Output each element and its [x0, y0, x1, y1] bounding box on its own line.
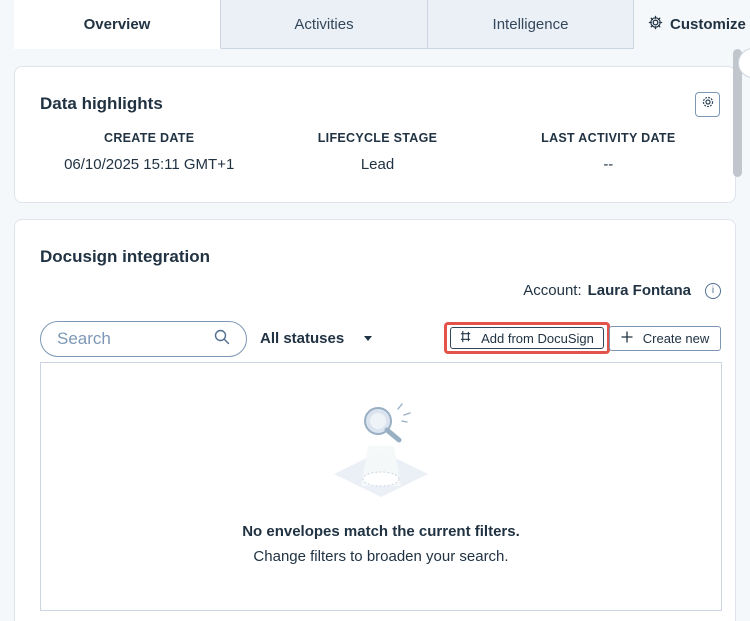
add-from-docusign-button[interactable]: Add from DocuSign	[444, 322, 610, 354]
highlight-value: Lead	[360, 156, 395, 173]
customize-button[interactable]: Customize	[634, 0, 750, 49]
account-info: Account: Laura Fontana i	[523, 282, 721, 299]
highlight-create-date: CREATE DATE 06/10/2025 15:11 GMT+1	[40, 131, 258, 173]
tab-overview[interactable]: Overview	[14, 0, 221, 49]
gear-icon	[701, 95, 715, 114]
status-filter-label: All statuses	[260, 330, 345, 347]
empty-search-illustration-icon	[326, 401, 436, 501]
highlights-columns: CREATE DATE 06/10/2025 15:11 GMT+1 LIFEC…	[40, 131, 720, 173]
empty-state-subtitle: Change filters to broaden your search.	[253, 548, 509, 565]
data-highlights-title: Data highlights	[40, 94, 163, 113]
import-icon	[460, 330, 473, 346]
docusign-title: Docusign integration	[40, 247, 210, 266]
empty-state-title: No envelopes match the current filters.	[242, 523, 520, 540]
customize-label: Customize	[670, 16, 746, 33]
search-placeholder: Search	[57, 329, 111, 348]
data-highlights-card: Data highlights CREATE DATE 06/10/2025 1…	[14, 66, 736, 203]
envelopes-empty-state: No envelopes match the current filters. …	[40, 362, 722, 611]
highlights-settings-button[interactable]	[695, 92, 720, 117]
account-prefix: Account:	[523, 282, 582, 299]
account-name: Laura Fontana	[587, 282, 691, 299]
info-icon[interactable]: i	[705, 282, 721, 299]
highlight-value: --	[603, 156, 614, 173]
highlight-label: LIFECYCLE STAGE	[317, 131, 438, 145]
record-tabs: Overview Activities Intelligence Customi…	[14, 0, 750, 49]
add-from-docusign-button-inner[interactable]: Add from DocuSign	[450, 327, 604, 349]
highlight-label: CREATE DATE	[104, 131, 195, 145]
tab-intelligence[interactable]: Intelligence	[428, 0, 634, 49]
plus-icon	[621, 331, 633, 346]
create-new-button[interactable]: Create new	[609, 326, 721, 351]
create-new-label: Create new	[642, 331, 710, 346]
gear-icon	[648, 15, 663, 34]
record-page: Overview Activities Intelligence Customi…	[0, 0, 750, 621]
highlight-last-activity-date: LAST ACTIVITY DATE --	[497, 131, 720, 173]
add-from-docusign-label: Add from DocuSign	[481, 330, 594, 346]
caret-down-icon	[364, 336, 373, 341]
highlight-value: 06/10/2025 15:11 GMT+1	[64, 156, 235, 173]
highlight-label: LAST ACTIVITY DATE	[541, 131, 676, 145]
status-filter-dropdown[interactable]: All statuses	[260, 330, 373, 347]
docusign-integration-card: Docusign integration Account: Laura Font…	[14, 219, 736, 621]
highlight-lifecycle-stage: LIFECYCLE STAGE Lead	[258, 131, 496, 173]
search-icon	[214, 329, 230, 350]
tab-activities[interactable]: Activities	[221, 0, 428, 49]
search-input[interactable]: Search	[40, 321, 247, 357]
